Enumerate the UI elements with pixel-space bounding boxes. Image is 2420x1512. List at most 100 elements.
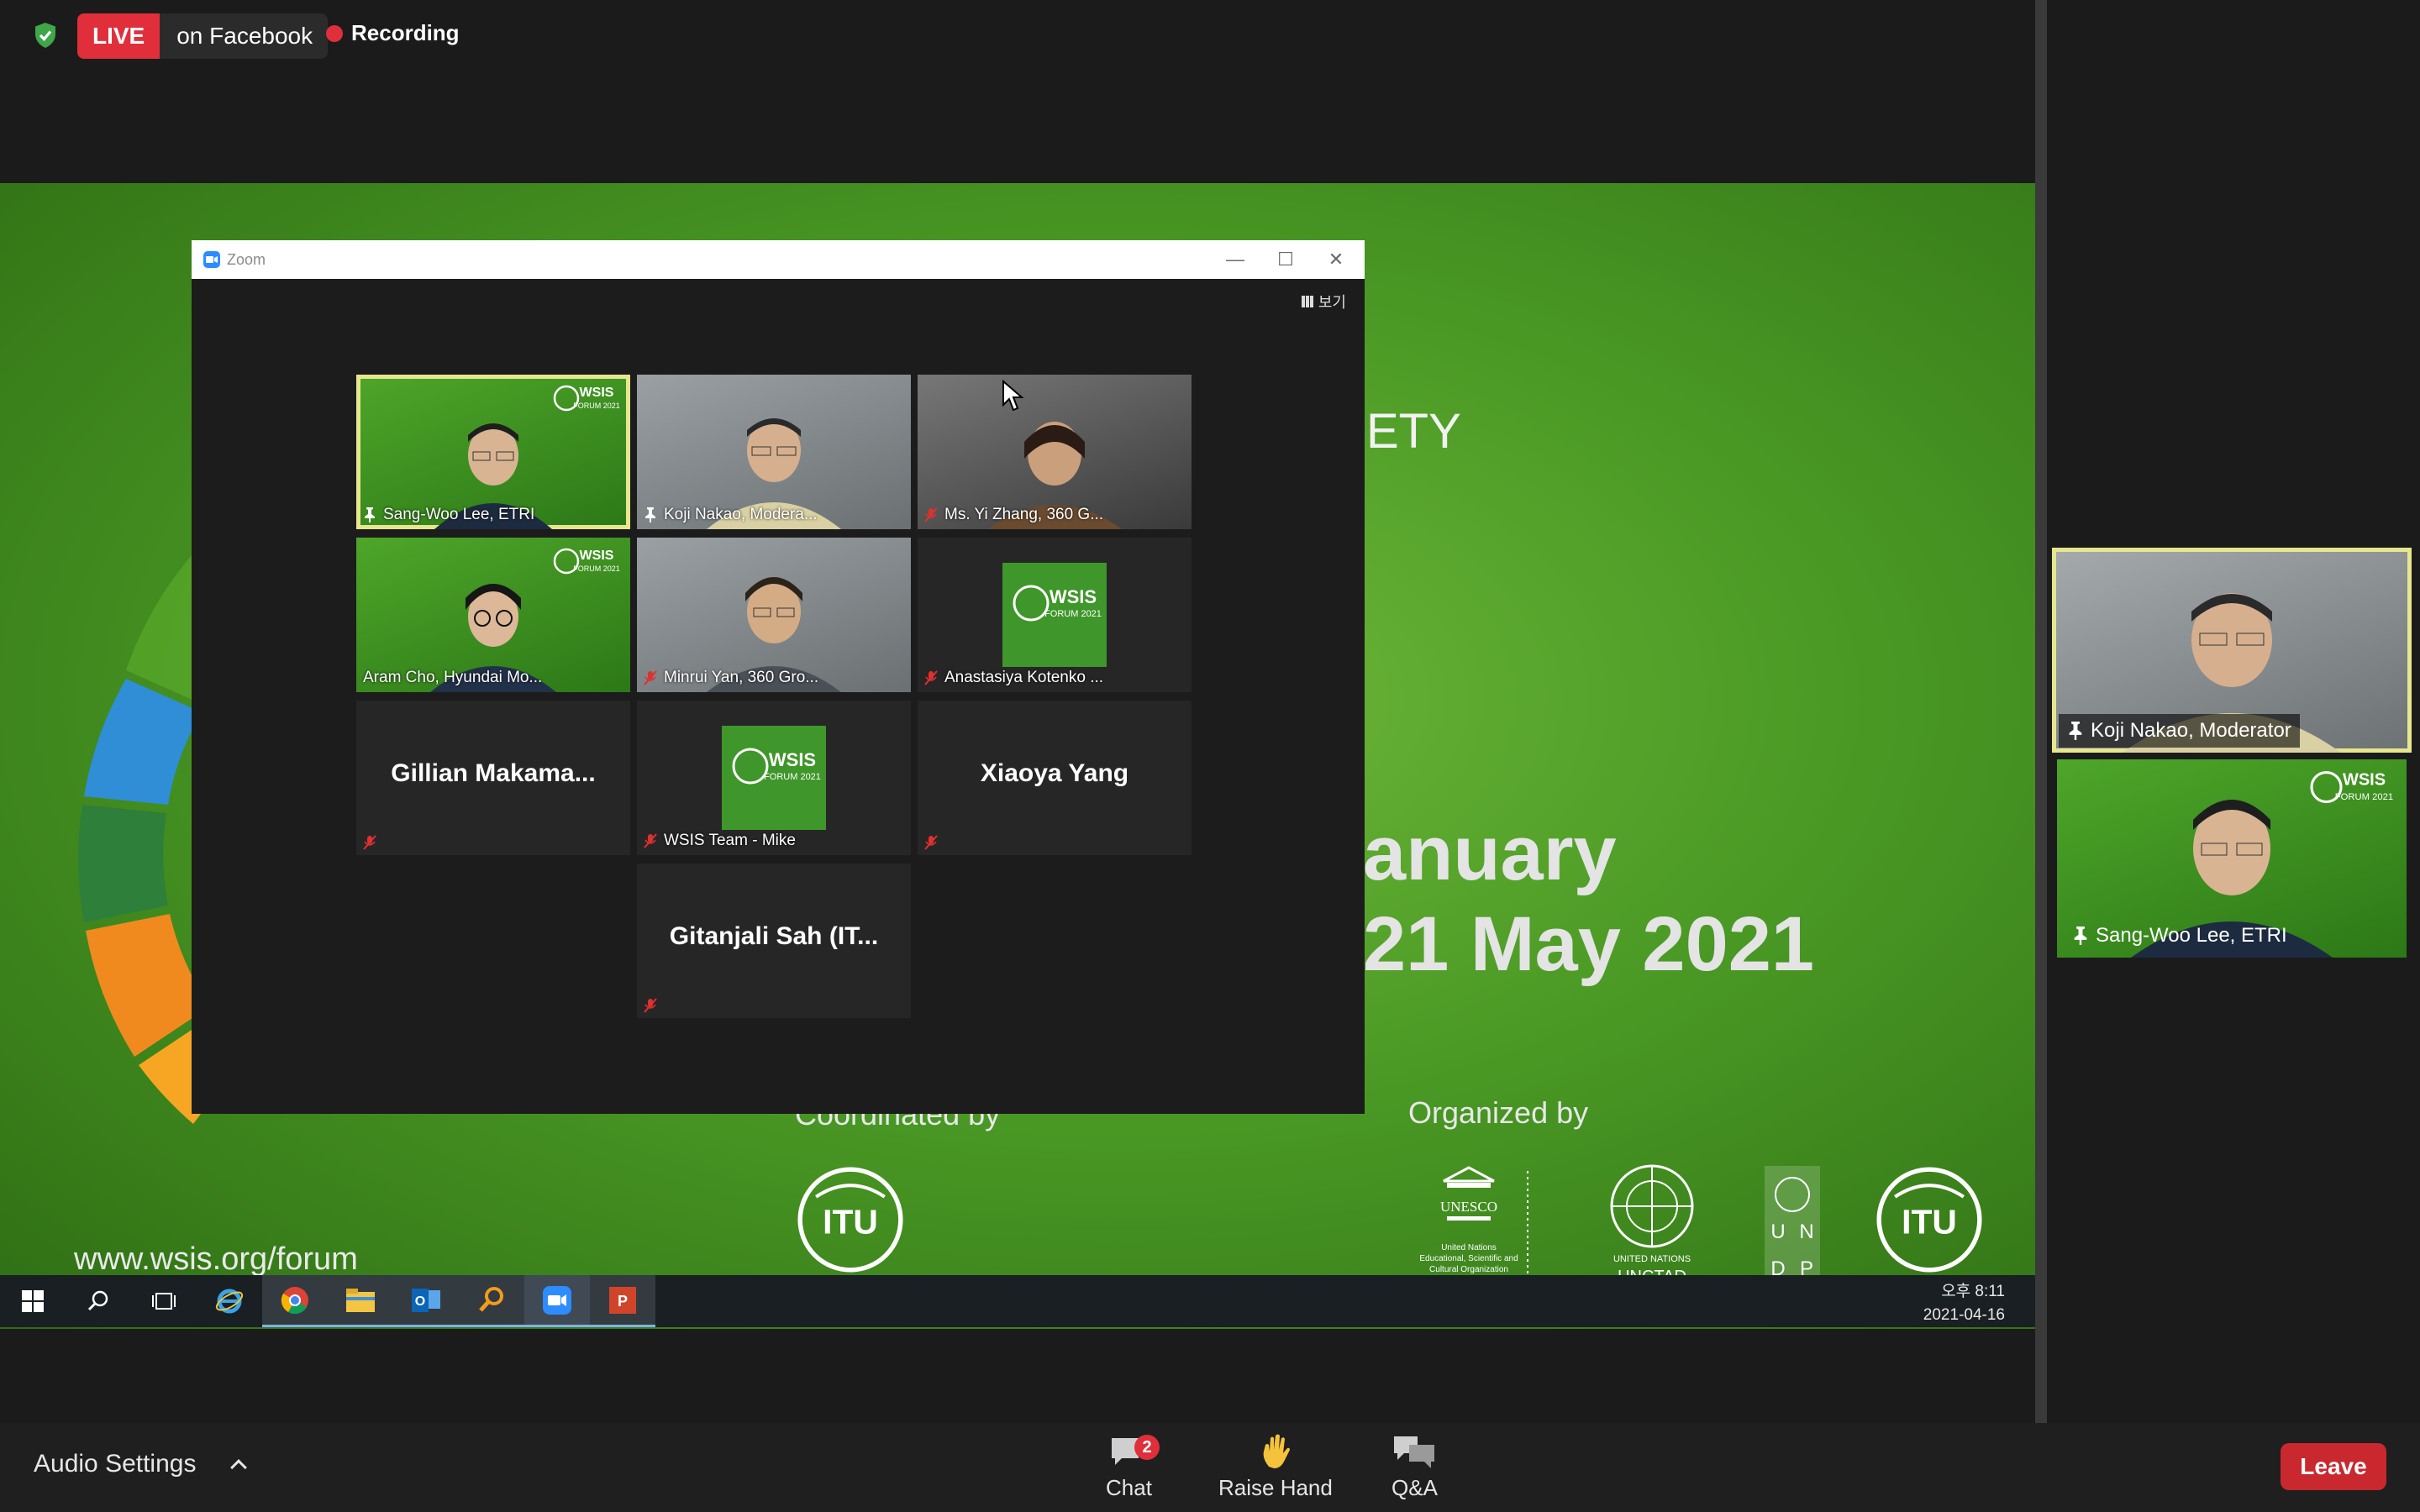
- participant-status: [924, 835, 944, 850]
- windows-start-icon[interactable]: [0, 1275, 66, 1327]
- audio-settings-label: Audio Settings: [34, 1450, 197, 1478]
- chat-button[interactable]: 2 Chat: [1106, 1433, 1160, 1501]
- muted-mic-icon: [363, 835, 376, 850]
- maximize-icon[interactable]: ☐: [1260, 240, 1311, 279]
- live-streaming-indicator[interactable]: LIVE on Facebook: [77, 13, 329, 59]
- search-tool-icon[interactable]: [459, 1275, 524, 1327]
- muted-mic-icon: [644, 833, 657, 848]
- pin-icon: [2069, 722, 2082, 740]
- participant-name: Ms. Yi Zhang, 360 G...: [924, 506, 1103, 524]
- meeting-toolbar: Audio Settings 2 Chat Raise Hand Q&A Lea…: [0, 1423, 2420, 1512]
- task-view-icon[interactable]: [131, 1275, 197, 1327]
- svg-text:WSIS: WSIS: [2343, 771, 2386, 790]
- internet-explorer-icon[interactable]: [197, 1275, 262, 1327]
- zoom-logo-icon: [203, 251, 220, 268]
- chrome-icon[interactable]: [262, 1275, 328, 1327]
- participant-tile[interactable]: WSIS FORUM 2021 Aram Cho, Hyundai Mo...: [356, 538, 630, 692]
- undp-letter: N: [1799, 1221, 1813, 1243]
- itu-logo-text: ITU: [823, 1202, 878, 1241]
- united-nations-text: UNITED NATIONS: [1613, 1254, 1691, 1264]
- windows-taskbar: O P 오후 8:11 2021-04-16: [0, 1275, 2035, 1327]
- leave-button[interactable]: Leave: [2281, 1443, 2386, 1490]
- system-clock[interactable]: 오후 8:11 2021-04-16: [1923, 1280, 2005, 1327]
- itu-logo-icon: ITU: [1876, 1167, 1982, 1273]
- wsis-logo-icon: WSISFORUM 2021: [553, 385, 620, 412]
- itu-logo-text: ITU: [1902, 1202, 1957, 1241]
- zoom-window-title: Zoom: [227, 250, 266, 268]
- participant-status: [363, 835, 383, 850]
- zoom-app-icon[interactable]: [524, 1275, 590, 1327]
- participant-tile[interactable]: Gillian Makama...: [356, 701, 630, 855]
- participant-name-large: Gillian Makama...: [391, 759, 596, 787]
- speaker-tile[interactable]: WSIS FORUM 2021 Sang-Woo Lee, ETRI: [2057, 759, 2407, 958]
- participant-tile[interactable]: WSIS FORUM 2021 Sang-Woo Lee, ETRI: [356, 375, 630, 529]
- organized-by-label: Organized by: [1408, 1095, 1589, 1130]
- svg-text:O: O: [415, 1294, 425, 1309]
- outlook-icon[interactable]: O: [393, 1275, 459, 1327]
- mouse-cursor-icon: [1002, 380, 1024, 412]
- participant-name: Koji Nakao, Modera...: [644, 506, 818, 524]
- security-shield-icon[interactable]: [30, 20, 60, 50]
- svg-text:FORUM 2021: FORUM 2021: [573, 402, 620, 410]
- unesco-sub1: United Nations: [1441, 1243, 1497, 1252]
- wsis-logo-icon: WSISFORUM 2021: [553, 548, 620, 575]
- chat-unread-badge: 2: [1134, 1435, 1160, 1460]
- participant-name: Sang-Woo Lee, ETRI: [363, 506, 534, 524]
- participant-tile[interactable]: Gitanjali Sah (IT...: [637, 864, 911, 1018]
- zoom-window-titlebar[interactable]: Zoom: [192, 240, 1365, 279]
- speaker-tile[interactable]: Koji Nakao, Moderator: [2052, 548, 2412, 753]
- qa-icon: [1394, 1436, 1435, 1468]
- search-icon[interactable]: [66, 1275, 131, 1327]
- powerpoint-icon[interactable]: P: [590, 1275, 655, 1327]
- panel-divider[interactable]: [2035, 0, 2047, 1423]
- zoom-meeting-screen: LIVE on Facebook Recording ETY anuary 21…: [0, 0, 2420, 1512]
- clock-time: 오후 8:11: [1941, 1283, 2005, 1300]
- svg-text:FORUM 2021: FORUM 2021: [1044, 609, 1102, 619]
- muted-mic-icon: [644, 670, 657, 685]
- undp-letter: U: [1770, 1221, 1785, 1243]
- participant-name-large: Xiaoya Yang: [980, 759, 1129, 787]
- live-platform: on Facebook: [176, 23, 313, 49]
- un-emblem-icon: UNITED NATIONS UNCTAD: [1610, 1164, 1694, 1286]
- share-area-bottom: [0, 1329, 2035, 1423]
- qa-label: Q&A: [1392, 1475, 1438, 1500]
- unesco-sub3: Cultural Organization: [1429, 1265, 1508, 1274]
- wsis-logo-icon: WSISFORUM 2021: [722, 726, 826, 830]
- speaker-name: Sang-Woo Lee, ETRI: [2064, 919, 2296, 953]
- grid-view-icon: [1301, 296, 1313, 307]
- participant-tile[interactable]: Xiaoya Yang: [918, 701, 1192, 855]
- top-status-bar: LIVE on Facebook Recording: [0, 0, 2035, 183]
- pin-icon: [645, 507, 655, 522]
- unesco-text: UNESCO: [1440, 1199, 1497, 1215]
- minimize-icon[interactable]: —: [1210, 240, 1260, 279]
- svg-text:FORUM 2021: FORUM 2021: [573, 564, 620, 573]
- chat-label: Chat: [1106, 1475, 1152, 1500]
- audio-settings-button[interactable]: Audio Settings: [34, 1450, 248, 1478]
- slide-title-fragment: ETY: [1366, 404, 1461, 459]
- unesco-sub2: Educational, Scientific and: [1419, 1254, 1518, 1263]
- pin-icon: [2074, 927, 2087, 945]
- raise-hand-label: Raise Hand: [1218, 1475, 1333, 1500]
- participant-tile[interactable]: Minrui Yan, 360 Gro...: [637, 538, 911, 692]
- view-label: 보기: [1318, 294, 1346, 311]
- svg-text:FORUM 2021: FORUM 2021: [764, 772, 821, 782]
- slide-date-january: anuary: [1363, 811, 1617, 896]
- recording-label: Recording: [351, 20, 460, 45]
- participant-name: Aram Cho, Hyundai Mo...: [363, 669, 543, 686]
- qa-button[interactable]: Q&A: [1392, 1433, 1438, 1501]
- close-icon[interactable]: ✕: [1311, 240, 1361, 279]
- muted-mic-icon: [924, 835, 938, 850]
- participant-name: Minrui Yan, 360 Gro...: [644, 669, 818, 687]
- participant-tile[interactable]: WSIS FORUM 2021 Anastasiya Kotenko ...: [918, 538, 1192, 692]
- participant-tile[interactable]: Ms. Yi Zhang, 360 G...: [918, 375, 1192, 529]
- participant-tile[interactable]: WSIS FORUM 2021 WSIS Team - Mike: [637, 701, 911, 855]
- file-explorer-icon[interactable]: [328, 1275, 393, 1327]
- chevron-up-icon[interactable]: [230, 1459, 248, 1476]
- view-toggle[interactable]: 보기: [1301, 291, 1346, 312]
- clock-date: 2021-04-16: [1923, 1306, 2005, 1324]
- participant-tile[interactable]: Koji Nakao, Modera...: [637, 375, 911, 529]
- unesco-logo-icon: UNESCO United Nations Educational, Scien…: [1419, 1166, 1528, 1280]
- svg-text:FORUM 2021: FORUM 2021: [2335, 792, 2393, 802]
- recording-indicator[interactable]: Recording: [326, 20, 460, 46]
- raise-hand-button[interactable]: Raise Hand: [1218, 1433, 1333, 1501]
